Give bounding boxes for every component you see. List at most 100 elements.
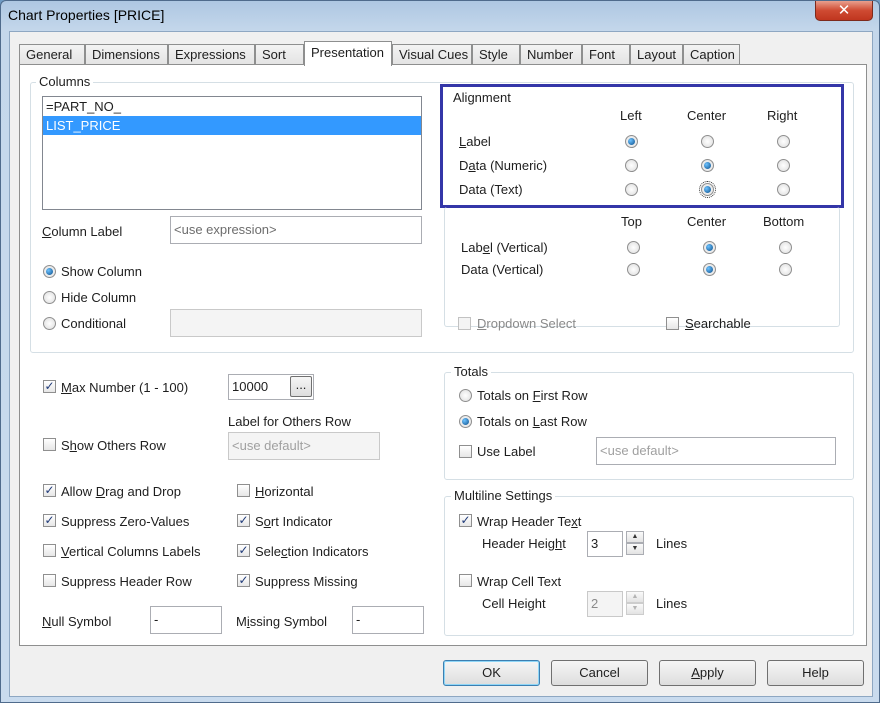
- totals-first-row-radio[interactable]: [459, 389, 472, 402]
- dropdown-select-label: Dropdown Select: [477, 316, 577, 331]
- null-symbol-input[interactable]: -: [150, 606, 222, 634]
- dropdown-select-checkbox[interactable]: [458, 317, 471, 330]
- suppress-header-label: Suppress Header Row: [61, 574, 192, 589]
- align-row-data-text: Data (Text): [459, 182, 523, 197]
- header-height-input[interactable]: 3: [587, 531, 623, 557]
- cell-height-label: Cell Height: [482, 596, 546, 611]
- selection-indicators-label: Selection Indicators: [255, 544, 369, 559]
- align-header-left: Left: [620, 108, 642, 123]
- align-row-data-numeric: Data (Numeric): [459, 158, 548, 173]
- spin-down-icon[interactable]: ▼: [626, 543, 644, 555]
- vlabel-center-radio[interactable]: [703, 241, 716, 254]
- suppress-missing-checkbox[interactable]: ✓: [237, 574, 250, 587]
- multiline-group-title: Multiline Settings: [451, 489, 556, 503]
- cell-height-spinner[interactable]: ▲ ▼: [626, 591, 644, 615]
- show-others-row-label: Show Others Row: [61, 438, 166, 453]
- tab-sort[interactable]: Sort: [255, 44, 304, 65]
- align-header-right: Right: [767, 108, 798, 123]
- apply-button[interactable]: Apply: [659, 660, 756, 686]
- tab-style[interactable]: Style: [472, 44, 520, 65]
- alignment-group-title: Alignment: [450, 91, 514, 105]
- show-column-radio[interactable]: [43, 265, 56, 278]
- null-symbol-label: Null Symbol: [42, 614, 112, 629]
- horizontal-checkbox[interactable]: [237, 484, 250, 497]
- searchable-label: Searchable: [685, 316, 751, 331]
- spin-up-icon[interactable]: ▲: [626, 531, 644, 543]
- list-item[interactable]: =PART_NO_: [43, 97, 421, 116]
- label-center-radio[interactable]: [701, 135, 714, 148]
- missing-symbol-label: Missing Symbol: [236, 614, 328, 629]
- allow-drag-drop-label: Allow Drag and Drop: [61, 484, 181, 499]
- max-number-label: Max Number (1 - 100): [61, 380, 189, 395]
- ok-button[interactable]: OK: [443, 660, 540, 686]
- tab-general[interactable]: General: [19, 44, 85, 65]
- suppress-header-checkbox[interactable]: [43, 574, 56, 587]
- suppress-zero-label: Suppress Zero-Values: [61, 514, 190, 529]
- tab-dimensions[interactable]: Dimensions: [85, 44, 168, 65]
- close-button[interactable]: ✕: [815, 1, 873, 21]
- max-number-browse-button[interactable]: ...: [290, 376, 312, 397]
- tab-visual-cues[interactable]: Visual Cues: [392, 44, 472, 65]
- label-left-radio[interactable]: [625, 135, 638, 148]
- wrap-cell-checkbox[interactable]: [459, 574, 472, 587]
- suppress-zero-checkbox[interactable]: ✓: [43, 514, 56, 527]
- header-height-label: Header Height: [482, 536, 566, 551]
- spin-down-icon[interactable]: ▼: [626, 603, 644, 615]
- align-header-center: Center: [687, 108, 727, 123]
- column-label-input[interactable]: <use expression>: [170, 216, 422, 244]
- vlabel-top-radio[interactable]: [627, 241, 640, 254]
- valign-header-top: Top: [621, 214, 642, 229]
- presentation-panel: Columns =PART_NO_ LIST_PRICE Column Labe…: [19, 64, 867, 646]
- wrap-header-checkbox[interactable]: ✓: [459, 514, 472, 527]
- others-label-title: Label for Others Row: [228, 414, 351, 429]
- totals-last-row-radio[interactable]: [459, 415, 472, 428]
- cell-height-input[interactable]: 2: [587, 591, 623, 617]
- tab-presentation[interactable]: Presentation: [304, 41, 392, 66]
- allow-drag-drop-checkbox[interactable]: ✓: [43, 484, 56, 497]
- vlabel-bottom-radio[interactable]: [779, 241, 792, 254]
- columns-list[interactable]: =PART_NO_ LIST_PRICE: [42, 96, 422, 210]
- tab-caption[interactable]: Caption: [683, 44, 740, 65]
- numeric-center-radio[interactable]: [701, 159, 714, 172]
- text-right-radio[interactable]: [777, 183, 790, 196]
- searchable-checkbox[interactable]: [666, 317, 679, 330]
- vdata-top-radio[interactable]: [627, 263, 640, 276]
- column-label-label: Column Label: [42, 224, 123, 239]
- max-number-checkbox[interactable]: ✓: [43, 380, 56, 393]
- header-height-spinner[interactable]: ▲ ▼: [626, 531, 644, 555]
- wrap-cell-label: Wrap Cell Text: [477, 574, 562, 589]
- spin-up-icon[interactable]: ▲: [626, 591, 644, 603]
- tab-font[interactable]: Font: [582, 44, 630, 65]
- cancel-button[interactable]: Cancel: [551, 660, 648, 686]
- vdata-center-radio[interactable]: [703, 263, 716, 276]
- tab-expressions[interactable]: Expressions: [168, 44, 255, 65]
- header-lines-label: Lines: [656, 536, 688, 551]
- text-center-radio[interactable]: [699, 181, 716, 198]
- selection-indicators-checkbox[interactable]: ✓: [237, 544, 250, 557]
- label-right-radio[interactable]: [777, 135, 790, 148]
- hide-column-radio[interactable]: [43, 291, 56, 304]
- totals-group-title: Totals: [451, 365, 491, 379]
- help-button[interactable]: Help: [767, 660, 864, 686]
- title-bar[interactable]: Chart Properties [PRICE] ✕: [1, 1, 879, 31]
- conditional-input[interactable]: [170, 309, 422, 337]
- text-left-radio[interactable]: [625, 183, 638, 196]
- numeric-right-radio[interactable]: [777, 159, 790, 172]
- numeric-left-radio[interactable]: [625, 159, 638, 172]
- missing-symbol-input[interactable]: -: [352, 606, 424, 634]
- align-row-label: Label: [459, 134, 491, 149]
- use-label-checkbox[interactable]: [459, 445, 472, 458]
- totals-label-input[interactable]: <use default>: [596, 437, 836, 465]
- others-label-input[interactable]: <use default>: [228, 432, 380, 460]
- conditional-radio[interactable]: [43, 317, 56, 330]
- dialog-window: Chart Properties [PRICE] ✕ General Dimen…: [0, 0, 880, 703]
- sort-indicator-checkbox[interactable]: ✓: [237, 514, 250, 527]
- vertical-labels-checkbox[interactable]: [43, 544, 56, 557]
- tab-number[interactable]: Number: [520, 44, 582, 65]
- list-item-selected[interactable]: LIST_PRICE: [43, 116, 421, 135]
- horizontal-label: Horizontal: [255, 484, 314, 499]
- vdata-bottom-radio[interactable]: [779, 263, 792, 276]
- show-others-row-checkbox[interactable]: [43, 438, 56, 451]
- tab-layout[interactable]: Layout: [630, 44, 683, 65]
- valign-row-data: Data (Vertical): [461, 262, 544, 277]
